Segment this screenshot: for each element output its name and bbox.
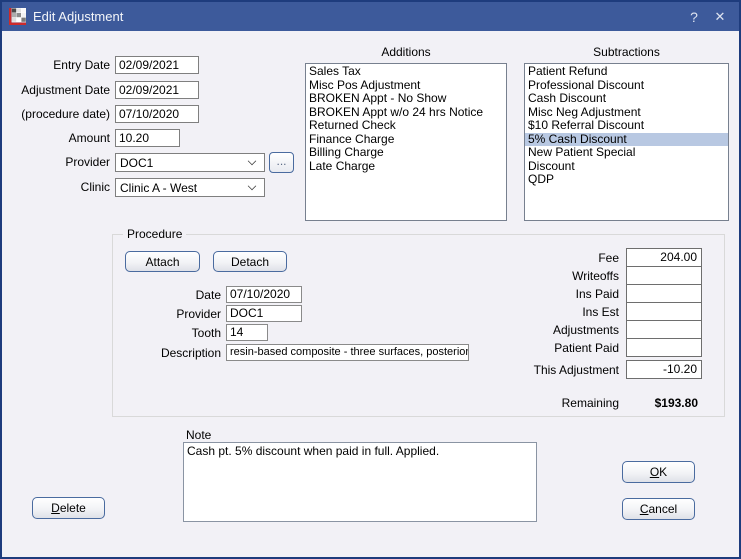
amount-row-label: Patient Paid <box>554 340 619 355</box>
cancel-button[interactable]: Cancel <box>622 498 695 520</box>
amount-row-value[interactable] <box>626 284 702 303</box>
chevron-down-icon <box>247 156 257 165</box>
subtractions-listbox[interactable]: Patient Refund Professional Discount Cash … <box>524 63 729 221</box>
clinic-value: Clinic A - West <box>120 180 198 195</box>
subtractions-item[interactable]: Misc Neg Adjustment <box>525 106 728 120</box>
adjustment-date-label: Adjustment Date <box>21 83 110 97</box>
amount-row-label: Fee <box>598 250 619 265</box>
amount-row-value[interactable] <box>626 338 702 357</box>
provider-more-button[interactable]: ... <box>269 152 294 173</box>
ok-button-rest: K <box>659 465 668 479</box>
subtractions-item[interactable]: Discount <box>525 160 728 174</box>
additions-item[interactable]: Returned Check <box>306 119 506 133</box>
ok-button[interactable]: OK <box>622 461 695 483</box>
entry-date-field[interactable]: 02/09/2021 <box>115 56 199 74</box>
delete-button-rest: elete <box>59 501 86 515</box>
procedure-date-field[interactable]: 07/10/2020 <box>115 105 199 123</box>
subtractions-item[interactable]: 5% Cash Discount <box>525 132 728 146</box>
additions-item[interactable]: Misc Pos Adjustment <box>306 79 506 93</box>
amount-row: Fee 204.00 <box>413 248 702 267</box>
remaining-row: Remaining $193.80 <box>413 393 702 412</box>
provider-value: DOC1 <box>120 155 154 170</box>
delete-button-accel: D <box>51 501 60 515</box>
additions-item[interactable]: Finance Charge <box>306 133 506 147</box>
delete-button[interactable]: Delete <box>32 497 105 519</box>
subtractions-item[interactable]: New Patient Special <box>525 146 728 160</box>
amount-row-value[interactable] <box>626 266 702 285</box>
additions-title: Additions <box>381 45 431 59</box>
subtractions-item[interactable]: QDP <box>525 173 728 187</box>
amount-row: Adjustments <box>413 320 702 339</box>
amount-row-value[interactable] <box>626 320 702 339</box>
amount-row-value[interactable]: 204.00 <box>626 248 702 267</box>
note-label: Note <box>186 428 212 442</box>
procedure-group-title: Procedure <box>123 227 187 242</box>
remaining-value: $193.80 <box>654 395 698 410</box>
cancel-button-rest: ancel <box>648 502 678 516</box>
clinic-combobox[interactable]: Clinic A - West <box>115 178 265 197</box>
subtractions-item[interactable]: Professional Discount <box>525 79 728 93</box>
close-button[interactable]: ✕ <box>707 9 733 25</box>
amount-row-value[interactable]: -10.20 <box>626 360 702 379</box>
proc-description-label: Description <box>160 346 221 360</box>
proc-tooth-label: Tooth <box>191 326 221 340</box>
amount-label: Amount <box>68 131 110 145</box>
edit-adjustment-dialog: Edit Adjustment ? ✕ Entry Date 02/09/202… <box>0 0 741 559</box>
ok-button-accel: O <box>649 465 660 479</box>
title-bar: Edit Adjustment ? ✕ <box>2 2 739 31</box>
subtractions-item[interactable]: $10 Referral Discount <box>525 119 728 133</box>
amount-row-label: Adjustments <box>552 322 619 337</box>
additions-listbox[interactable]: Sales Tax Misc Pos Adjustment BROKEN Appt … <box>305 63 507 221</box>
additions-item[interactable]: BROKEN Appt - No Show <box>306 92 506 106</box>
amount-row-value[interactable] <box>626 302 702 321</box>
amount-row-label: Ins Paid <box>575 286 619 301</box>
subtractions-item[interactable]: Patient Refund <box>525 65 728 79</box>
subtractions-title: Subtractions <box>593 45 660 59</box>
entry-date-label: Entry Date <box>53 58 110 72</box>
amount-row: Patient Paid <box>413 338 702 357</box>
window-title: Edit Adjustment <box>33 9 124 24</box>
chevron-down-icon <box>247 181 257 190</box>
amount-row-label: Ins Est <box>582 304 619 319</box>
provider-combobox[interactable]: DOC1 <box>115 153 265 172</box>
amount-row: This Adjustment -10.20 <box>413 360 702 379</box>
remaining-label: Remaining <box>561 395 619 410</box>
proc-date-field[interactable]: 07/10/2020 <box>226 286 302 303</box>
proc-tooth-field[interactable]: 14 <box>226 324 268 341</box>
amount-row: Ins Est <box>413 302 702 321</box>
note-textarea[interactable]: Cash pt. 5% discount when paid in full. … <box>183 442 537 522</box>
procedure-date-label: (procedure date) <box>21 107 110 121</box>
proc-provider-label: Provider <box>176 307 221 321</box>
additions-item[interactable]: Billing Charge <box>306 146 506 160</box>
procedure-group: Procedure Attach Detach Date 07/10/2020 … <box>112 227 725 417</box>
additions-item[interactable]: Late Charge <box>306 160 506 174</box>
subtractions-item[interactable]: Cash Discount <box>525 92 728 106</box>
app-grid-icon <box>9 8 26 25</box>
proc-provider-field[interactable]: DOC1 <box>226 305 302 322</box>
procedure-amounts: Fee 204.00 Writeoffs Ins Paid Ins Est Ad… <box>413 248 702 379</box>
cancel-button-accel: C <box>639 502 649 516</box>
additions-item[interactable]: Sales Tax <box>306 65 506 79</box>
provider-label: Provider <box>65 155 110 169</box>
proc-date-label: Date <box>195 288 221 302</box>
detach-button[interactable]: Detach <box>213 251 287 272</box>
amount-row: Writeoffs <box>413 266 702 285</box>
additions-item[interactable]: BROKEN Appt w/o 24 hrs Notice <box>306 106 506 120</box>
amount-row-label: This Adjustment <box>533 362 619 377</box>
amount-row: Ins Paid <box>413 284 702 303</box>
attach-button[interactable]: Attach <box>125 251 200 272</box>
help-button[interactable]: ? <box>681 9 707 25</box>
clinic-label: Clinic <box>80 180 110 194</box>
amount-row-label: Writeoffs <box>572 268 619 283</box>
amount-field[interactable]: 10.20 <box>115 129 180 147</box>
adjustment-date-field[interactable]: 02/09/2021 <box>115 81 199 99</box>
